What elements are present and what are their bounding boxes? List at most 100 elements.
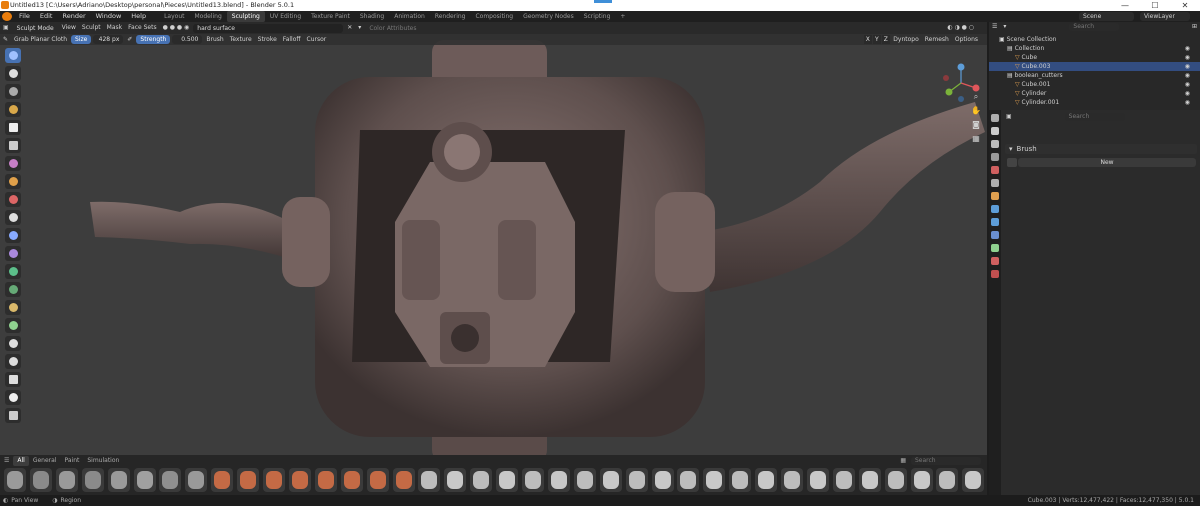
physics-tab-icon[interactable] xyxy=(991,231,999,239)
brush-thumbnail[interactable] xyxy=(133,468,156,492)
tab-scripting[interactable]: Scripting xyxy=(579,11,616,22)
render-tab-icon[interactable] xyxy=(991,127,999,135)
brush-thumbnail[interactable] xyxy=(470,468,493,492)
tab-texture-paint[interactable]: Texture Paint xyxy=(306,11,355,22)
tab-geometry-nodes[interactable]: Geometry Nodes xyxy=(518,11,579,22)
menu-window[interactable]: Window xyxy=(91,11,127,22)
shelf-tab-paint[interactable]: Paint xyxy=(61,456,84,466)
editor-type-icon[interactable]: ▣ xyxy=(0,22,12,34)
tool-measure[interactable] xyxy=(5,408,21,423)
menu-view[interactable]: View xyxy=(59,22,79,34)
stroke-menu[interactable]: Stroke xyxy=(255,34,280,46)
add-workspace-button[interactable]: + xyxy=(615,11,630,22)
tool-color-filter[interactable] xyxy=(5,246,21,261)
brush-thumbnail[interactable] xyxy=(418,468,441,492)
tool-line-project[interactable] xyxy=(5,192,21,207)
menu-sculpt[interactable]: Sculpt xyxy=(79,22,104,34)
mode-selector[interactable]: Sculpt Mode xyxy=(12,23,58,33)
brush-thumbnail[interactable] xyxy=(107,468,130,492)
brush-thumbnail[interactable] xyxy=(781,468,803,492)
properties-editor-icon[interactable]: ▣ xyxy=(1003,112,1015,122)
menu-help[interactable]: Help xyxy=(126,11,151,22)
pressure-size-icon[interactable]: ✐ xyxy=(124,34,135,46)
x-axis-icon[interactable] xyxy=(972,84,980,92)
symmetry-z-toggle[interactable]: Z xyxy=(881,35,890,44)
filter-icon[interactable]: ▾ xyxy=(355,22,364,34)
tab-rendering[interactable]: Rendering xyxy=(430,11,471,22)
visibility-eye-icon[interactable]: ◉ xyxy=(1185,53,1190,62)
outliner-row[interactable]: ▤ Collection ◉ xyxy=(989,44,1200,53)
brush-thumbnail[interactable] xyxy=(340,468,363,492)
brush-thumbnail[interactable] xyxy=(288,468,311,492)
outliner-row[interactable]: ▽ Cube ◉ xyxy=(989,53,1200,62)
menu-mask[interactable]: Mask xyxy=(104,22,125,34)
tab-sculpting[interactable]: Sculpting xyxy=(226,11,265,22)
shelf-tab-simulation[interactable]: Simulation xyxy=(83,456,123,466)
visibility-eye-icon[interactable]: ◉ xyxy=(1185,98,1190,107)
maximize-button[interactable]: ☐ xyxy=(1140,0,1170,11)
brush-thumbnail[interactable] xyxy=(910,468,933,492)
brush-thumbnail[interactable] xyxy=(392,468,415,492)
tool-draw[interactable] xyxy=(5,48,21,63)
tab-layout[interactable]: Layout xyxy=(159,11,189,22)
brush-preview-icon[interactable] xyxy=(1007,157,1017,167)
brush-panel-expand-icon[interactable]: ▾ xyxy=(1005,145,1017,153)
brush-thumbnail[interactable] xyxy=(237,468,260,492)
view-layer-selector[interactable]: ViewLayer xyxy=(1140,12,1190,21)
clear-search-icon[interactable]: ✕ xyxy=(344,22,355,34)
shelf-tab-general[interactable]: General xyxy=(29,456,61,466)
blender-menu-icon[interactable] xyxy=(2,12,12,21)
material-tab-icon[interactable] xyxy=(991,257,999,265)
tool-mesh-filter[interactable] xyxy=(5,210,21,225)
tool-mask-by-color[interactable] xyxy=(5,282,21,297)
outliner-row[interactable]: ▽ Cylinder ◉ xyxy=(989,89,1200,98)
brush-thumbnail[interactable] xyxy=(4,468,26,492)
strength-field[interactable]: 0.500 xyxy=(172,35,203,44)
z-axis-icon[interactable] xyxy=(957,63,965,71)
brush-thumbnail[interactable] xyxy=(366,468,389,492)
new-brush-button[interactable]: New xyxy=(1018,157,1196,167)
menu-face-sets[interactable]: Face Sets xyxy=(125,22,159,34)
shelf-display-icon[interactable]: ▦ xyxy=(896,456,910,466)
output-tab-icon[interactable] xyxy=(991,140,999,148)
symmetry-x-toggle[interactable]: X xyxy=(863,35,872,44)
outliner-row[interactable]: ▣ Scene Collection xyxy=(989,35,1200,44)
tool-trim[interactable] xyxy=(5,174,21,189)
brush-thumbnail[interactable] xyxy=(496,468,519,492)
tab-animation[interactable]: Animation xyxy=(389,11,430,22)
menu-file[interactable]: File xyxy=(14,11,35,22)
tab-uv-editing[interactable]: UV Editing xyxy=(265,11,306,22)
brush-panel-header[interactable]: ▾ Brush xyxy=(1005,144,1197,154)
falloff-menu[interactable]: Falloff xyxy=(280,34,304,46)
brush-thumbnail[interactable] xyxy=(573,468,596,492)
color-attributes-field[interactable]: Color Attributes xyxy=(365,23,431,33)
tool-scale[interactable] xyxy=(5,372,21,387)
zoom-icon[interactable]: ⌕ xyxy=(971,92,981,102)
grid-ortho-icon[interactable]: ▦ xyxy=(971,134,981,144)
brush-thumbnail[interactable] xyxy=(159,468,182,492)
camera-icon[interactable]: ◙ xyxy=(971,120,981,130)
texture-tab-icon[interactable] xyxy=(991,270,999,278)
tool-cloth-filter[interactable] xyxy=(5,228,21,243)
visibility-eye-icon[interactable]: ◉ xyxy=(1185,89,1190,98)
scene-selector[interactable]: Scene xyxy=(1079,12,1134,21)
shelf-tab-all[interactable]: All xyxy=(13,456,29,466)
tab-shading[interactable]: Shading xyxy=(355,11,389,22)
brush-thumbnail[interactable] xyxy=(444,468,467,492)
world-tab-icon[interactable] xyxy=(991,179,999,187)
tool-edit-face-set[interactable] xyxy=(5,264,21,279)
brush-thumbnail[interactable] xyxy=(806,468,829,492)
tool-grab[interactable] xyxy=(5,300,21,315)
y-axis-icon[interactable] xyxy=(945,88,953,96)
menu-render[interactable]: Render xyxy=(57,11,90,22)
outliner-row[interactable]: ▽ Cylinder.001 ◉ xyxy=(989,98,1200,107)
brush-thumbnail[interactable] xyxy=(522,468,544,492)
brush-thumbnail[interactable] xyxy=(55,468,78,492)
object-tab-icon[interactable] xyxy=(991,192,999,200)
neg-z-axis-icon[interactable] xyxy=(958,96,964,102)
brush-thumbnail[interactable] xyxy=(729,468,752,492)
brush-name[interactable]: Grab Planar Cloth xyxy=(11,34,70,46)
tool-smooth[interactable] xyxy=(5,84,21,99)
texture-menu[interactable]: Texture xyxy=(227,34,255,46)
neg-x-axis-icon[interactable] xyxy=(943,75,949,81)
